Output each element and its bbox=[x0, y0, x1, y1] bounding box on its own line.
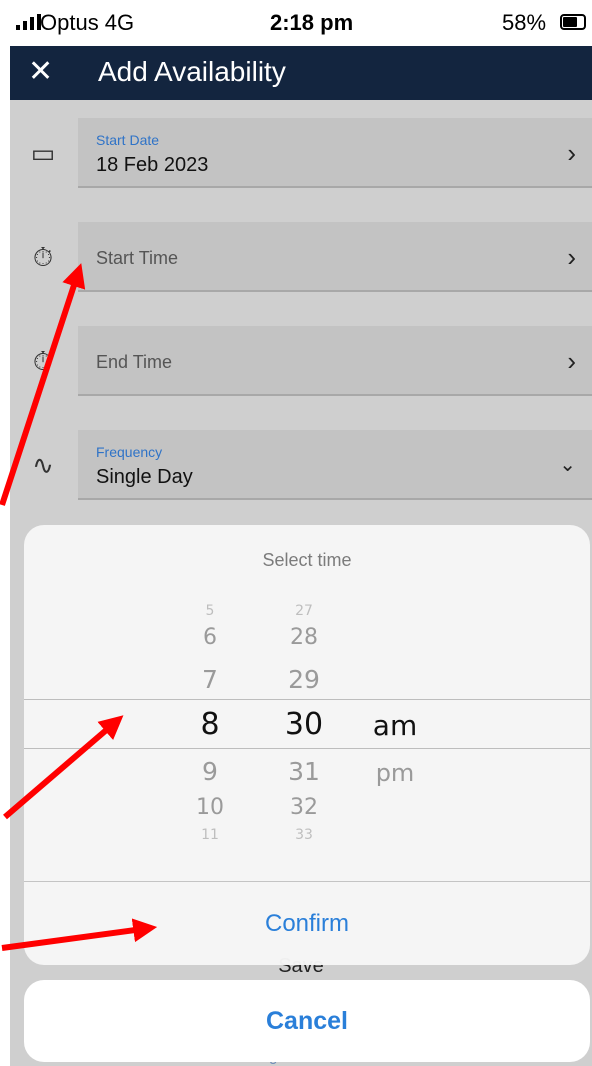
arrow-to-start-time bbox=[0, 263, 86, 506]
annotation-arrows bbox=[0, 263, 158, 951]
arrow-to-confirm bbox=[1, 918, 158, 951]
arrow-to-picker bbox=[3, 715, 124, 820]
